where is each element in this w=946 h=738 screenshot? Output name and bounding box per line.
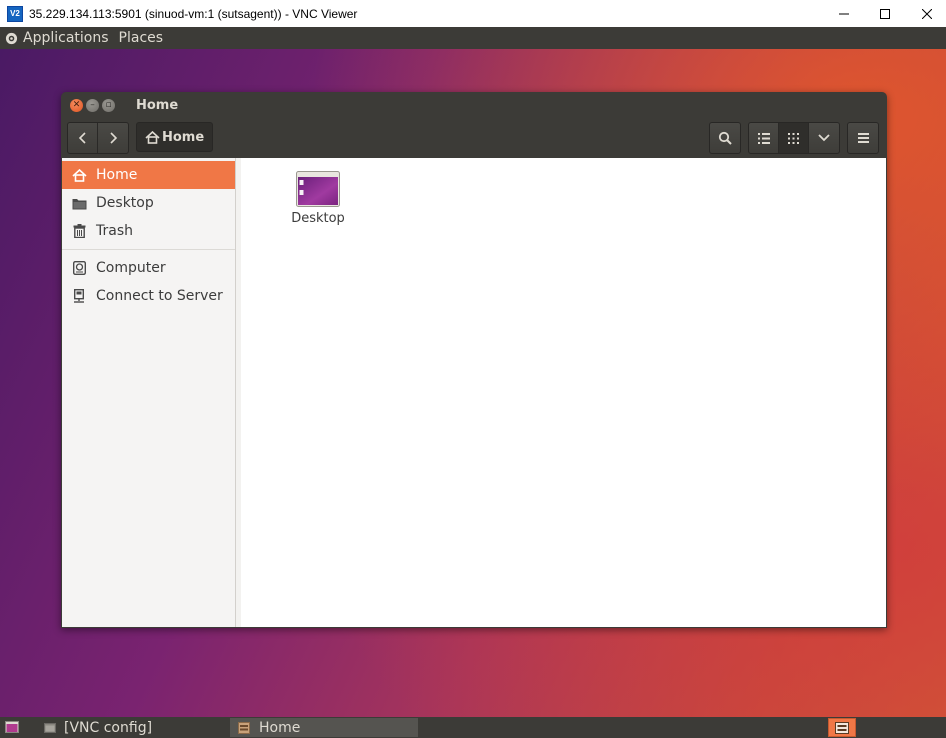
- sidebar-item-home[interactable]: Home: [62, 161, 235, 189]
- minimize-icon: –: [90, 99, 95, 110]
- maximize-button[interactable]: [863, 0, 907, 27]
- file-item-desktop[interactable]: Desktop: [288, 171, 348, 226]
- file-manager-window: ✕ – ▫ Home Home Home Desktop Trash Compu…: [61, 92, 887, 628]
- minimize-icon: [839, 13, 849, 14]
- window-close-button[interactable]: ✕: [70, 98, 83, 112]
- view-options-button[interactable]: [809, 123, 839, 153]
- sidebar-item-desktop[interactable]: Desktop: [62, 189, 235, 217]
- close-button[interactable]: [905, 0, 946, 27]
- hamburger-menu-button[interactable]: [848, 123, 878, 153]
- window-maximize-button[interactable]: ▫: [102, 98, 115, 112]
- grid-view-button[interactable]: [779, 123, 809, 153]
- sidebar-item-label: Computer: [96, 260, 166, 276]
- sidebar: Home Desktop Trash Computer Connect to S…: [62, 158, 236, 627]
- grid-view-icon: [788, 132, 799, 144]
- taskbar-item-home[interactable]: Home: [230, 718, 418, 737]
- close-icon: [922, 8, 932, 19]
- sidebar-item-computer[interactable]: Computer: [62, 254, 235, 282]
- search-icon: [718, 131, 732, 145]
- search-button-group: [709, 122, 741, 154]
- chevron-left-icon: [78, 132, 86, 144]
- workspace-icon: [835, 721, 849, 734]
- server-icon: [71, 288, 87, 304]
- minimize-button[interactable]: [822, 0, 866, 27]
- sidebar-item-label: Connect to Server: [96, 288, 223, 304]
- chevron-right-icon: [110, 132, 118, 144]
- close-icon: ✕: [72, 99, 81, 110]
- sidebar-item-trash[interactable]: Trash: [62, 217, 235, 245]
- sidebar-item-connect-to-server[interactable]: Connect to Server: [62, 282, 235, 310]
- top-panel: Applications Places: [0, 27, 946, 49]
- list-view-button[interactable]: [749, 123, 779, 153]
- file-view[interactable]: Desktop: [236, 158, 886, 627]
- applications-menu[interactable]: Applications: [23, 30, 109, 46]
- window-icon: [44, 722, 56, 733]
- window-titlebar[interactable]: ✕ – ▫ Home: [61, 92, 887, 118]
- chevron-down-icon: [818, 134, 830, 142]
- desktop-folder-icon: [296, 171, 340, 207]
- taskbar-item-label: [VNC config]: [64, 719, 153, 736]
- navigation-buttons: [67, 122, 129, 154]
- path-home-label: Home: [162, 129, 205, 145]
- hamburger-icon: [857, 133, 869, 143]
- applications-menu-icon: [5, 32, 18, 44]
- list-view-icon: [757, 132, 770, 144]
- computer-icon: [71, 260, 87, 276]
- toolbar: Home: [61, 118, 887, 158]
- file-manager-icon: [238, 721, 250, 734]
- file-item-label: Desktop: [291, 211, 345, 226]
- vnc-logo-icon: V2: [7, 5, 23, 22]
- window-title: Home: [136, 97, 179, 113]
- taskbar-item-label: Home: [259, 719, 301, 736]
- search-button[interactable]: [710, 123, 740, 153]
- sidebar-item-label: Home: [96, 167, 138, 183]
- trash-icon: [71, 223, 87, 239]
- sidebar-item-label: Desktop: [96, 195, 154, 211]
- vnc-window-title: 35.229.134.113:5901 (sinuod-vm:1 (sutsag…: [29, 6, 358, 21]
- forward-button[interactable]: [98, 123, 128, 153]
- taskbar-item-vnc-config[interactable]: [VNC config]: [44, 718, 152, 737]
- show-desktop-icon[interactable]: [5, 721, 19, 733]
- workspace-switcher[interactable]: [828, 718, 856, 737]
- maximize-icon: ▫: [105, 99, 112, 110]
- vnc-titlebar: V2 35.229.134.113:5901 (sinuod-vm:1 (sut…: [0, 0, 946, 27]
- back-button[interactable]: [68, 123, 98, 153]
- view-buttons: [748, 122, 840, 154]
- places-menu[interactable]: Places: [119, 30, 164, 46]
- sidebar-item-label: Trash: [96, 223, 133, 239]
- sidebar-divider: [62, 249, 235, 250]
- home-icon: [71, 167, 87, 183]
- home-icon: [145, 130, 160, 144]
- maximize-icon: [880, 8, 890, 19]
- menu-button-group: [847, 122, 879, 154]
- window-minimize-button[interactable]: –: [86, 98, 99, 112]
- folder-icon: [71, 195, 87, 211]
- path-home-button[interactable]: Home: [136, 122, 214, 152]
- bottom-panel: [VNC config] Home: [0, 717, 946, 738]
